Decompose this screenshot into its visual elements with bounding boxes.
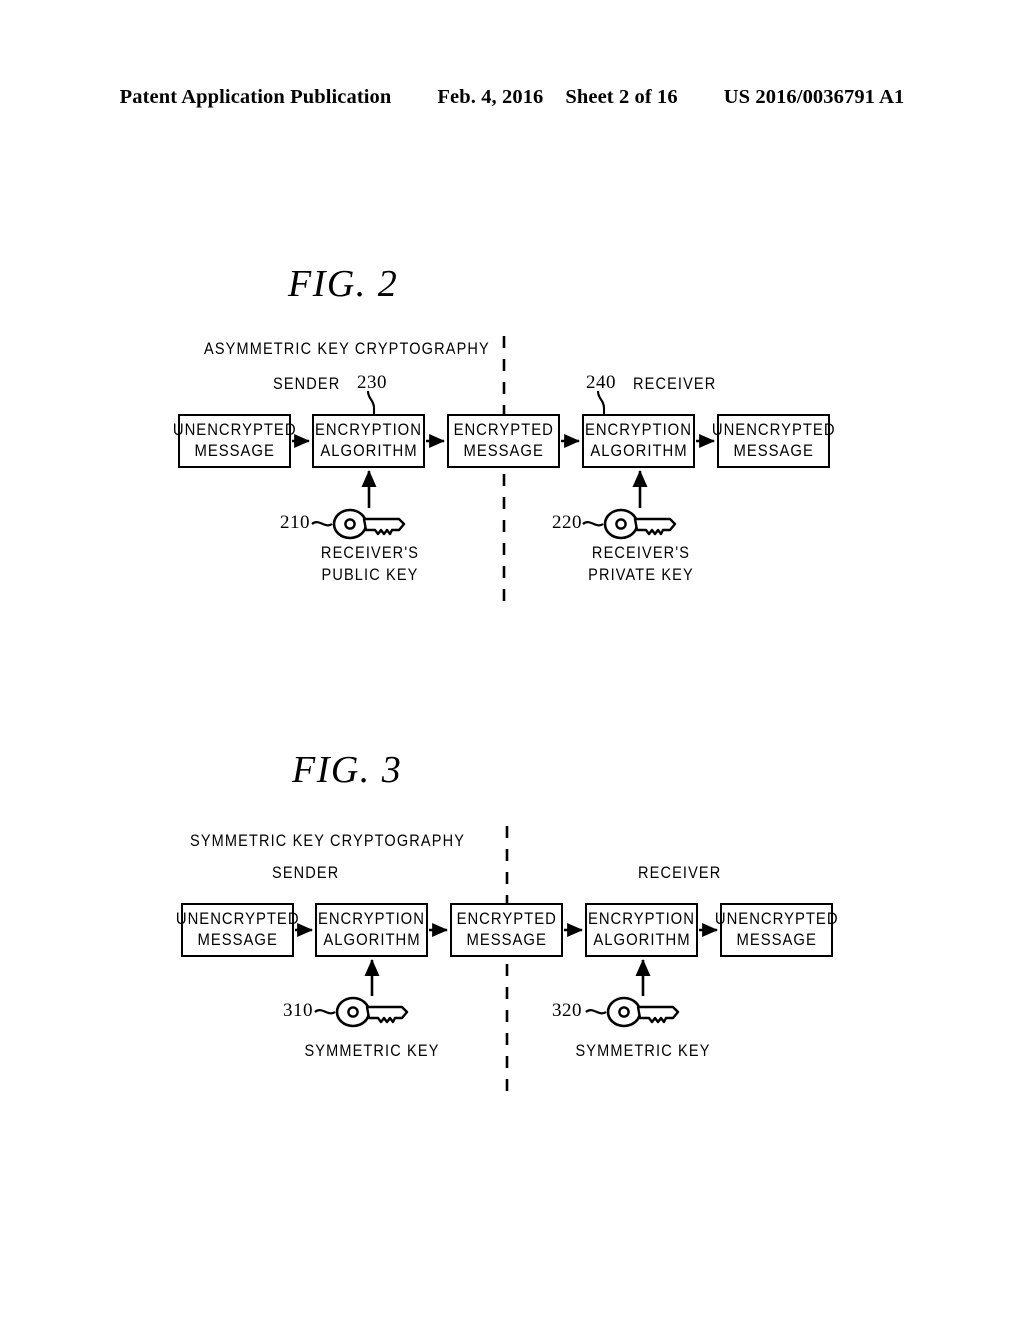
box-line-2: ALGORITHM <box>589 442 688 460</box>
box-line-1: ENCRYPTED <box>453 421 554 439</box>
figure-3-title: FIG. 3 <box>292 749 403 791</box>
box-line-1: ENCRYPTION <box>588 910 696 928</box>
figure-2-ref-leader-230 <box>366 390 376 414</box>
box-line-1: UNENCRYPTED <box>172 421 297 439</box>
box-line-2: MESSAGE <box>733 442 814 460</box>
figure-3-key-2-caption: SYMMETRIC KEY <box>575 1042 711 1060</box>
box-line-1: UNENCRYPTED <box>714 910 839 928</box>
box-line-1: ENCRYPTED <box>456 910 557 928</box>
figure-2-ref-210: 210 <box>280 512 310 533</box>
box-line-2: MESSAGE <box>466 931 547 949</box>
figure-3-box-encryption-algorithm-sender: ENCRYPTION ALGORITHM <box>315 903 428 957</box>
figure-2-box-encryption-algorithm-receiver: ENCRYPTION ALGORITHM <box>582 414 695 468</box>
box-line-2: ALGORITHM <box>319 442 418 460</box>
box-line-1: ENCRYPTION <box>315 421 423 439</box>
box-line-1: UNENCRYPTED <box>711 421 836 439</box>
box-line-2: ALGORITHM <box>322 931 421 949</box>
figure-3-box-encryption-algorithm-receiver: ENCRYPTION ALGORITHM <box>585 903 698 957</box>
figure-2-box-unencrypted-message-receiver: UNENCRYPTED MESSAGE <box>712 414 834 468</box>
figure-2-ref-240: 240 <box>586 372 616 393</box>
figure-2-ref-leader-240 <box>596 390 606 414</box>
box-line-2: MESSAGE <box>463 442 544 460</box>
figure-3-ref-310: 310 <box>283 1000 313 1021</box>
box-line-1: UNENCRYPTED <box>175 910 300 928</box>
figure-3-sender-label: SENDER <box>272 864 340 882</box>
figure-3-box-unencrypted-message-receiver: UNENCRYPTED MESSAGE <box>715 903 837 957</box>
box-line-2: MESSAGE <box>194 442 275 460</box>
figure-2-key-1-caption-line-2: PUBLIC KEY <box>321 566 419 584</box>
figure-2-key-2-caption-line-1: RECEIVER'S <box>591 544 691 562</box>
figure-2-box-encryption-algorithm-sender: ENCRYPTION ALGORITHM <box>312 414 425 468</box>
figure-2-key-icon-receivers-private-key <box>582 508 677 540</box>
figure-2-key-arrows <box>361 469 648 508</box>
figure-2-box-unencrypted-message-sender: UNENCRYPTED MESSAGE <box>173 414 295 468</box>
figure-2-ref-230: 230 <box>357 372 387 393</box>
box-line-1: ENCRYPTION <box>318 910 426 928</box>
figure-2-key-icon-receivers-public-key <box>311 508 406 540</box>
figure-2-key-1-caption-line-1: RECEIVER'S <box>320 544 420 562</box>
diagram-artwork-layer <box>292 336 718 1100</box>
figure-2-key-2-caption-line-2: PRIVATE KEY <box>588 566 694 584</box>
figure-3-key-arrows <box>364 958 651 996</box>
figure-3-key-icon-symmetric-key-receiver <box>585 996 680 1028</box>
patent-page-header: Patent Application Publication Feb. 4, 2… <box>0 86 1024 109</box>
box-line-2: MESSAGE <box>197 931 278 949</box>
figure-3-ref-320: 320 <box>552 1000 582 1021</box>
publication-type-label: Patent Application Publication <box>119 86 392 108</box>
box-line-2: MESSAGE <box>736 931 817 949</box>
box-line-2: ALGORITHM <box>592 931 691 949</box>
figure-3-box-encrypted-message: ENCRYPTED MESSAGE <box>450 903 563 957</box>
figure-2-ref-220: 220 <box>552 512 582 533</box>
figure-3-box-unencrypted-message-sender: UNENCRYPTED MESSAGE <box>176 903 298 957</box>
box-line-1: ENCRYPTION <box>585 421 693 439</box>
figure-2-box-encrypted-message: ENCRYPTED MESSAGE <box>447 414 560 468</box>
figure-3-key-1-caption: SYMMETRIC KEY <box>304 1042 440 1060</box>
publication-number-label: US 2016/0036791 A1 <box>723 86 905 108</box>
figure-3-scheme-label: SYMMETRIC KEY CRYPTOGRAPHY <box>190 832 466 850</box>
figure-2-scheme-label: ASYMMETRIC KEY CRYPTOGRAPHY <box>204 340 490 358</box>
figure-3-receiver-label: RECEIVER <box>638 864 722 882</box>
publication-date-label: Feb. 4, 2016 <box>437 86 544 108</box>
sheet-number-label: Sheet 2 of 16 <box>565 86 678 108</box>
figure-3-key-icon-symmetric-key-sender <box>314 996 409 1028</box>
figure-2-title: FIG. 2 <box>288 263 399 305</box>
figure-2-sender-label: SENDER <box>273 375 341 393</box>
figure-2-receiver-label: RECEIVER <box>633 375 717 393</box>
